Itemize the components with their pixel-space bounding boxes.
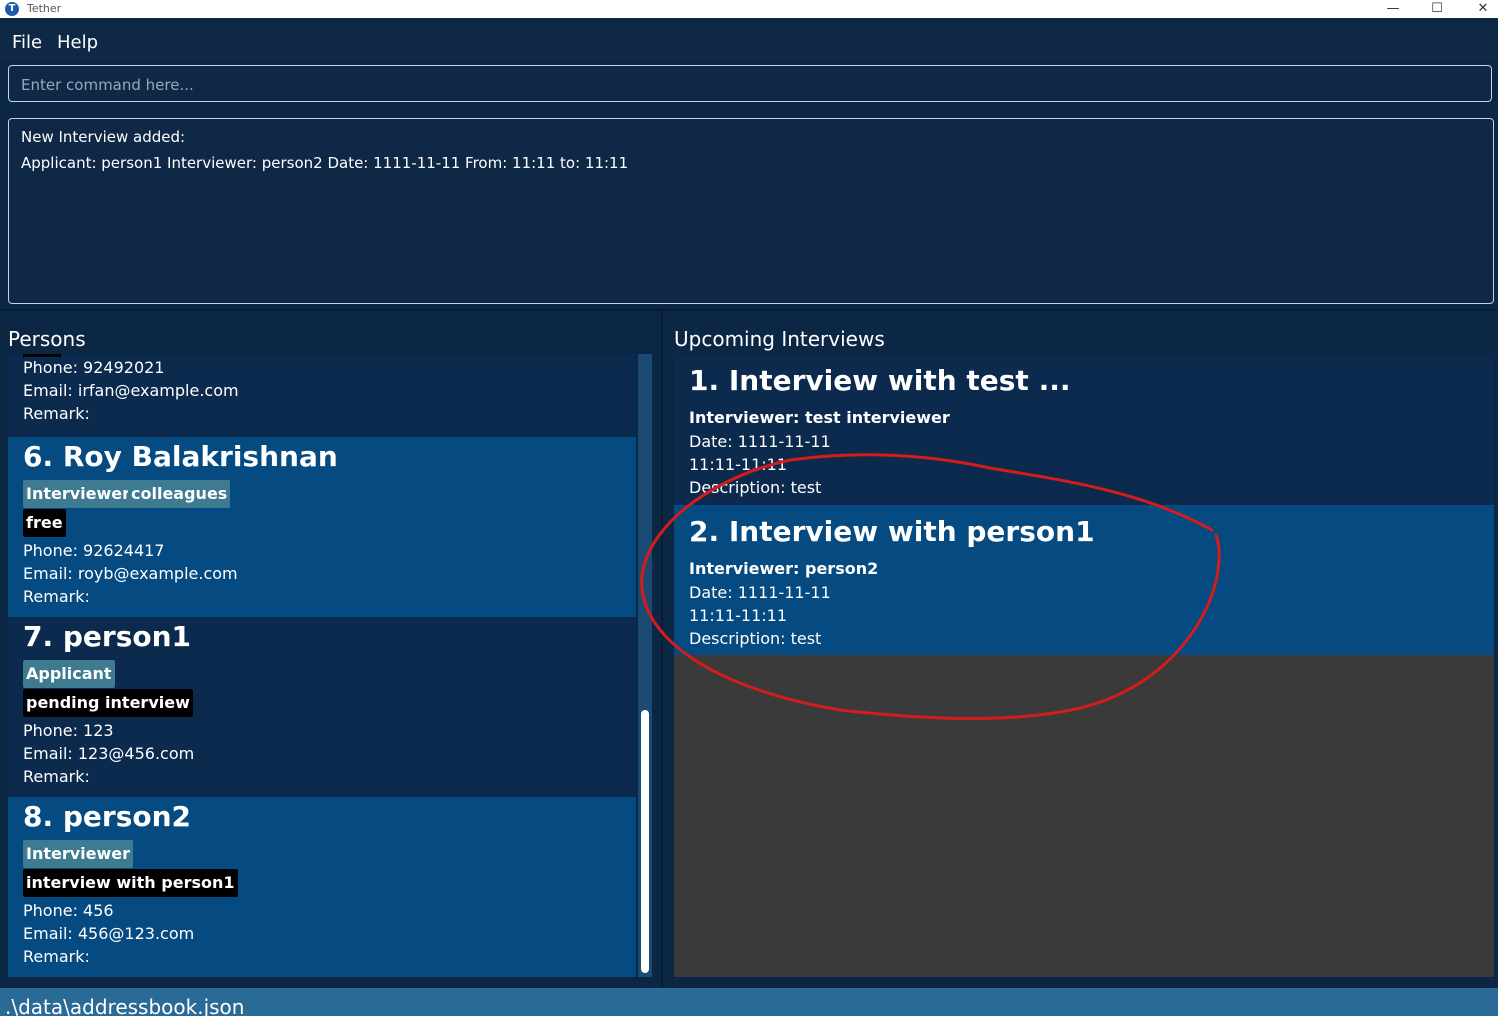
person-email: Email: royb@example.com [23,564,238,583]
window-title: Tether [27,2,62,15]
save-location-path: .\data\addressbook.json [5,995,245,1016]
interviews-panel-title: Upcoming Interviews [674,327,885,351]
person-phone: Phone: 456 [23,901,114,920]
interview-time: 11:11-11:11 [689,606,787,625]
interview-date: Date: 1111-11-11 [689,583,831,602]
interview-title: 2. Interview with person1 [689,515,1095,548]
app-logo-icon: T [5,2,19,16]
result-display: New Interview added: Applicant: person1 … [8,118,1494,304]
close-button[interactable]: ✕ [1460,0,1498,18]
person-name: 6. Roy Balakrishnan [23,440,338,473]
person-card[interactable]: 8. person2 Interviewer interview with pe… [8,797,636,977]
interview-time: 11:11-11:11 [689,455,787,474]
status-tag: free [23,509,66,537]
interview-description: Description: test [689,478,822,497]
interview-interviewer: Interviewer: person2 [689,559,879,578]
title-bar: T Tether — ☐ ✕ [0,0,1498,18]
person-email: Email: irfan@example.com [23,381,239,400]
scrollbar-thumb[interactable] [641,710,649,973]
person-phone: Phone: 92624417 [23,541,165,560]
interview-list[interactable]: 1. Interview with test ... Interviewer: … [674,354,1494,977]
person-card-partial[interactable]: Phone: 92492021 Email: irfan@example.com… [8,354,636,437]
interview-interviewer: Interviewer: test interviewer [689,408,950,427]
role-tag: Interviewer [23,480,134,508]
person-card[interactable]: 6. Roy Balakrishnan Interviewer colleagu… [8,437,636,617]
interview-card[interactable]: 2. Interview with person1 Interviewer: p… [674,505,1494,655]
interview-date: Date: 1111-11-11 [689,432,831,451]
menu-help[interactable]: Help [57,32,98,53]
menu-file[interactable]: File [12,32,42,53]
result-line-2: Applicant: person1 Interviewer: person2 … [21,154,629,172]
person-email: Email: 456@123.com [23,924,195,943]
persons-panel-title: Persons [8,327,86,351]
person-name: 7. person1 [23,620,192,653]
status-tag: pending interview [23,689,193,717]
menu-bar: File Help [0,24,1498,60]
panel-divider[interactable] [661,311,663,988]
status-bar: .\data\addressbook.json [0,988,1498,1016]
status-tag-fragment [23,354,61,357]
person-name: 8. person2 [23,800,192,833]
person-list[interactable]: Phone: 92492021 Email: irfan@example.com… [8,354,636,977]
person-email: Email: 123@456.com [23,744,195,763]
person-remark: Remark: [23,404,90,423]
role-tag: Interviewer [23,840,134,868]
person-phone: Phone: 92492021 [23,358,165,377]
section-divider [0,309,1498,311]
maximize-button[interactable]: ☐ [1414,0,1460,18]
command-input[interactable] [19,72,1473,98]
person-card[interactable]: 7. person1 Applicant pending interview P… [8,617,636,797]
person-remark: Remark: [23,587,90,606]
person-remark: Remark: [23,767,90,786]
interview-description: Description: test [689,629,822,648]
result-line-1: New Interview added: [21,128,186,146]
person-remark: Remark: [23,947,90,966]
role-tag: Applicant [23,660,115,688]
interview-title: 1. Interview with test ... [689,364,1071,397]
command-box [8,65,1492,102]
group-tag: colleagues [128,480,231,508]
status-tag: interview with person1 [23,869,238,897]
interview-card[interactable]: 1. Interview with test ... Interviewer: … [674,354,1494,505]
minimize-button[interactable]: — [1370,0,1416,18]
person-phone: Phone: 123 [23,721,114,740]
